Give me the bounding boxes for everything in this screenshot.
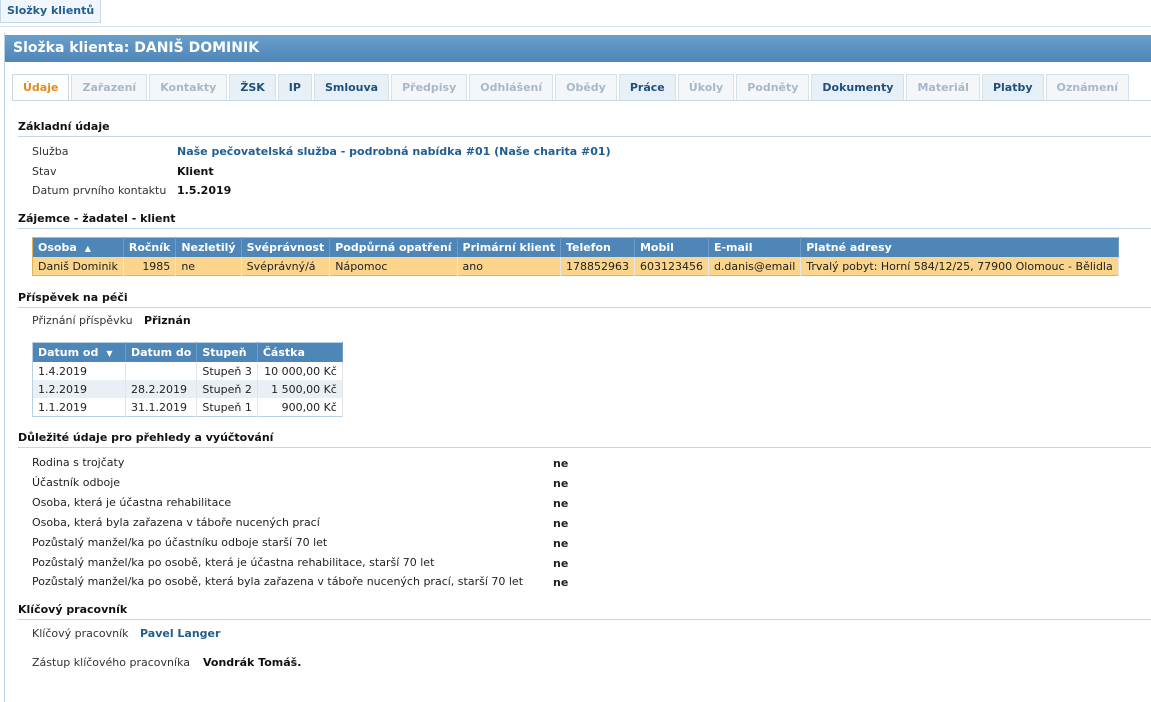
first-contact-label: Datum prvního kontaktu (32, 184, 167, 197)
service-label: Služba (32, 145, 69, 158)
section-keyworker-heading: Klíčový pracovník (18, 603, 1151, 620)
first-contact-value: 1.5.2019 (177, 184, 232, 197)
deputy-label: Zástup klíčového pracovníka (32, 656, 190, 669)
flag-label: Osoba, která je účastna rehabilitace (32, 496, 232, 509)
cell: ano (457, 257, 561, 276)
cell (125, 362, 198, 380)
flag-value: ne (553, 477, 569, 490)
flag-label: Osoba, která byla zařazena v táboře nuce… (32, 516, 320, 529)
tab-kontakty[interactable]: Kontakty (149, 74, 228, 100)
contribution-table: Datum od ▼ Datum do Stupeň Částka 1.4.201… (32, 342, 343, 417)
folders-tab[interactable]: Složky klientů (0, 0, 102, 23)
cell: Daniš Dominik (32, 257, 124, 276)
col-svepravnost[interactable]: Svéprávnost (241, 237, 331, 257)
cell: 1985 (123, 257, 177, 276)
tab-material[interactable]: Materiál (906, 74, 980, 100)
col-mobil[interactable]: Mobil (634, 237, 709, 257)
top-divider (0, 26, 1151, 27)
tab-prace[interactable]: Práce (618, 74, 676, 100)
cell: 1.1.2019 (32, 398, 126, 417)
flag-value: ne (553, 497, 569, 510)
tab-udaje[interactable]: Údaje (12, 74, 70, 100)
state-value: Klient (177, 165, 214, 178)
flag-value: ne (553, 537, 569, 550)
cell: 1 500,00 Kč (257, 380, 343, 398)
flag-label: Účastník odboje (32, 476, 121, 489)
granted-value: Přiznán (144, 314, 191, 327)
section-basic-heading: Základní údaje (18, 120, 1151, 137)
tab-dokumenty[interactable]: Dokumenty (811, 74, 905, 100)
cell: 31.1.2019 (125, 398, 198, 417)
col-datum-od[interactable]: Datum od ▼ (32, 342, 126, 362)
cell: Nápomoc (329, 257, 458, 276)
cell: 603123456 (634, 257, 709, 276)
tab-odhlaseni[interactable]: Odhlášení (469, 74, 554, 100)
table-row[interactable]: 1.1.2019 31.1.2019 Stupeň 1 900,00 Kč (32, 398, 343, 417)
cell: Trvalý pobyt: Horní 584/12/25, 77900 Olo… (800, 257, 1119, 276)
col-datum-do[interactable]: Datum do (125, 342, 198, 362)
tab-zarazeni[interactable]: Zařazení (71, 74, 148, 100)
table-row[interactable]: 1.4.2019 Stupeň 3 10 000,00 Kč (32, 362, 343, 380)
flag-value: ne (553, 517, 569, 530)
cell: 900,00 Kč (257, 398, 343, 417)
flag-value: ne (553, 557, 569, 570)
table-row[interactable]: Daniš Dominik 1985 ne Svéprávný/á Nápomo… (32, 257, 1119, 276)
sort-desc-icon: ▼ (106, 349, 113, 358)
service-link[interactable]: Naše pečovatelská služba - podrobná nabí… (177, 145, 611, 158)
col-telefon[interactable]: Telefon (560, 237, 635, 257)
cell: 10 000,00 Kč (257, 362, 343, 380)
cell: Stupeň 3 (196, 362, 258, 380)
flag-label: Pozůstalý manžel/ka po osobě, která je ú… (32, 556, 435, 569)
col-stupen[interactable]: Stupeň (196, 342, 258, 362)
cell: 1.4.2019 (32, 362, 126, 380)
col-podpurna[interactable]: Podpůrná opatření (329, 237, 458, 257)
tab-bar: Údaje Zařazení Kontakty ŽSK IP Smlouva P… (12, 74, 1131, 100)
applicant-table: Osoba ▲ Ročník Nezletilý Svéprávnost Podp… (32, 237, 1119, 276)
cell: Stupeň 1 (196, 398, 258, 417)
page-title: Složka klienta: DANIŠ DOMINIK (5, 35, 1151, 62)
cell: 28.2.2019 (125, 380, 198, 398)
cell: ne (175, 257, 242, 276)
cell: Stupeň 2 (196, 380, 258, 398)
tab-ip[interactable]: IP (277, 74, 312, 100)
deputy-value: Vondrák Tomáš. (203, 656, 302, 669)
section-applicant-heading: Zájemce - žadatel - klient (18, 212, 1151, 229)
sort-asc-icon: ▲ (84, 244, 91, 253)
keyworker-link[interactable]: Pavel Langer (140, 627, 220, 640)
col-adresy[interactable]: Platné adresy (800, 237, 1119, 257)
granted-label: Přiznání příspěvku (32, 314, 133, 327)
col-nezletily[interactable]: Nezletilý (175, 237, 242, 257)
flag-label: Rodina s trojčaty (32, 456, 125, 469)
tab-divider (12, 100, 1151, 101)
flag-label: Pozůstalý manžel/ka po osobě, která byla… (32, 575, 524, 588)
flag-value: ne (553, 576, 569, 589)
table-row[interactable]: 1.2.2019 28.2.2019 Stupeň 2 1 500,00 Kč (32, 380, 343, 398)
tab-platby[interactable]: Platby (981, 74, 1044, 100)
section-contribution-heading: Příspěvek na péči (18, 291, 1151, 308)
section-important-heading: Důležité údaje pro přehledy a vyúčtování (18, 431, 1151, 448)
cell: Svéprávný/á (241, 257, 331, 276)
keyworker-label: Klíčový pracovník (32, 627, 129, 640)
tab-predpisy[interactable]: Předpisy (391, 74, 468, 100)
tab-ukoly[interactable]: Úkoly (677, 74, 735, 100)
col-email[interactable]: E-mail (708, 237, 802, 257)
state-label: Stav (32, 165, 57, 178)
cell: 178852963 (560, 257, 635, 276)
tab-podnety[interactable]: Podněty (736, 74, 810, 100)
flag-label: Pozůstalý manžel/ka po účastníku odboje … (32, 536, 328, 549)
col-primarni[interactable]: Primární klient (457, 237, 561, 257)
cell: 1.2.2019 (32, 380, 126, 398)
flag-value: ne (553, 457, 569, 470)
col-castka[interactable]: Částka (257, 342, 343, 362)
tab-oznameni[interactable]: Oznámení (1045, 74, 1130, 100)
tab-smlouva[interactable]: Smlouva (313, 74, 390, 100)
table-header-row: Datum od ▼ Datum do Stupeň Částka (32, 342, 343, 362)
col-rocnik[interactable]: Ročník (123, 237, 177, 257)
cell: d.danis@email (708, 257, 802, 276)
tab-zsk[interactable]: ŽSK (229, 74, 276, 100)
tab-obedy[interactable]: Obědy (555, 74, 617, 100)
col-osoba[interactable]: Osoba ▲ (32, 237, 124, 257)
table-header-row: Osoba ▲ Ročník Nezletilý Svéprávnost Podp… (32, 237, 1119, 257)
